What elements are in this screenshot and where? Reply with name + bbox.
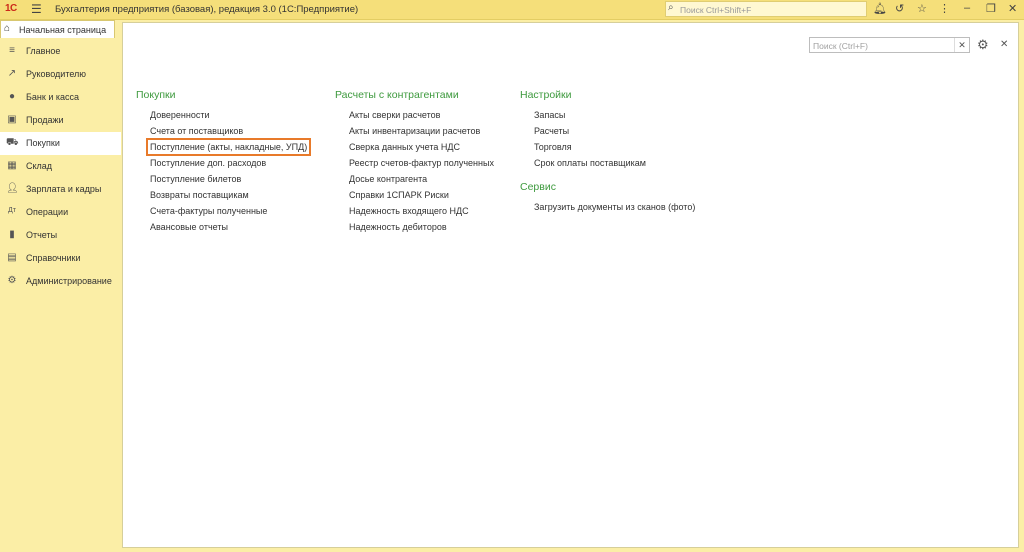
section-search-placeholder: Поиск (Ctrl+F) [813,41,868,51]
sidebar-item-admin[interactable]: ⚙ Администрирование [0,270,121,293]
link-additional-costs[interactable]: Поступление доп. расходов [150,155,309,171]
book-icon: ▤ [7,252,17,263]
close-window-icon[interactable]: ✕ [1008,2,1017,15]
sidebar-item-manager[interactable]: ↗ Руководителю [0,63,121,86]
settings-gear-icon[interactable]: ⚙ [977,37,989,53]
link-received-invoices[interactable]: Счета-фактуры полученные [150,203,309,219]
sidebar-item-label: Администрирование [26,276,112,286]
app-title: Бухгалтерия предприятия (базовая), редак… [55,4,359,15]
link-incoming-vat-reliability[interactable]: Надежность входящего НДС [349,203,494,219]
menu-icon[interactable]: ☰ [31,2,42,16]
trend-icon: ↗ [7,68,17,79]
link-vat-reconciliation[interactable]: Сверка данных учета НДС [349,139,494,155]
link-counterparty-dossier[interactable]: Досье контрагента [349,171,494,187]
sidebar-item-operations[interactable]: Дт Операции [0,201,121,224]
sidebar-item-label: Руководителю [26,69,87,79]
section-title: Расчеты с контрагентами [335,89,459,101]
link-supplier-invoices[interactable]: Счета от поставщиков [150,123,309,139]
sidebar-item-bank[interactable]: ● Банк и касса [0,86,121,109]
more-icon[interactable]: ⋮ [939,2,950,15]
bell-icon[interactable]: 🔔︎ [873,2,887,15]
link-invoice-register[interactable]: Реестр счетов-фактур полученных [349,155,494,171]
main-content: Поиск (Ctrl+F) ✕ ⚙ ✕ Покупки Доверенност… [122,22,1019,548]
sidebar-item-sales[interactable]: ▣ Продажи [0,109,121,132]
clear-search-icon[interactable]: ✕ [954,38,969,52]
sidebar-item-label: Отчеты [26,230,58,240]
sidebar-item-label: Главное [26,46,61,56]
link-inventory-acts[interactable]: Акты инвентаризации расчетов [349,123,494,139]
bag-icon: ▣ [7,114,17,125]
ledger-icon: Дт [8,207,16,214]
list-icon: ≡ [9,45,15,56]
section-search-input[interactable]: Поиск (Ctrl+F) ✕ [809,37,970,53]
search-icon: ⌕ [668,2,674,13]
column-settings: Настройки Запасы Расчеты Торговля Срок о… [520,89,695,215]
link-receipts-highlighted[interactable]: Поступление (акты, накладные, УПД) [145,138,312,156]
sidebar-item-label: Операции [26,207,69,217]
global-search-placeholder: Поиск Ctrl+Shift+F [680,5,752,15]
sidebar-item-label: Продажи [26,115,64,125]
close-panel-icon[interactable]: ✕ [1000,39,1008,50]
column-purchases: Покупки Доверенности Счета от поставщико… [136,89,312,235]
link-payment-terms[interactable]: Срок оплаты поставщикам [534,155,695,171]
sidebar-item-main[interactable]: ≡ Главное [0,40,121,63]
link-reconciliation-acts[interactable]: Акты сверки расчетов [349,107,494,123]
link-powers-of-attorney[interactable]: Доверенности [150,107,309,123]
star-icon[interactable]: ☆ [917,2,927,15]
link-ticket-receipts[interactable]: Поступление билетов [150,171,309,187]
title-bar: 1С ☰ Бухгалтерия предприятия (базовая), … [0,0,1024,20]
coin-icon: ● [8,91,16,102]
sidebar-item-reports[interactable]: ▮ Отчеты [0,224,121,247]
grid-icon: ▦ [7,160,17,171]
history-icon[interactable]: ↺ [895,2,904,15]
sidebar-item-label: Склад [26,161,53,171]
link-trade[interactable]: Торговля [534,139,695,155]
link-spark-risks[interactable]: Справки 1СПАРК Риски [349,187,494,203]
sidebar-item-label: Банк и касса [26,92,79,102]
minimize-icon[interactable]: – [964,2,970,14]
person-icon: 👤︎ [6,183,19,194]
tab-home-label: Начальная страница [19,25,107,35]
link-advance-reports[interactable]: Авансовые отчеты [150,219,309,235]
section-title: Настройки [520,89,572,101]
section-title: Сервис [520,181,556,193]
link-debtor-reliability[interactable]: Надежность дебиторов [349,219,494,235]
maximize-icon[interactable]: ❐ [986,2,996,15]
link-settlements[interactable]: Расчеты [534,123,695,139]
sidebar-item-label: Покупки [26,138,60,148]
sidebar-item-label: Зарплата и кадры [26,184,102,194]
global-search-input[interactable]: ⌕ Поиск Ctrl+Shift+F [665,1,867,17]
link-supplier-returns[interactable]: Возвраты поставщикам [150,187,309,203]
link-inventory[interactable]: Запасы [534,107,695,123]
home-icon: ⌂ [4,23,11,34]
column-settlements: Расчеты с контрагентами Акты сверки расч… [335,89,494,235]
bar-chart-icon: ▮ [9,229,15,240]
app-logo[interactable]: 1С [5,3,17,14]
sidebar-item-catalogs[interactable]: ▤ Справочники [0,247,121,270]
sidebar-item-label: Справочники [26,253,81,263]
sidebar-item-payroll[interactable]: 👤︎ Зарплата и кадры [0,178,121,201]
section-title: Покупки [136,89,176,101]
sidebar-item-warehouse[interactable]: ▦ Склад [0,155,121,178]
gear-icon: ⚙ [7,275,17,286]
sidebar-item-purchases[interactable]: ⛟ Покупки [0,132,121,155]
link-load-from-scans[interactable]: Загрузить документы из сканов (фото) [534,199,695,215]
sidebar: ≡ Главное ↗ Руководителю ● Банк и касса … [0,40,121,293]
tab-home[interactable]: ⌂ Начальная страница [0,20,115,38]
cart-icon: ⛟ [6,137,19,148]
